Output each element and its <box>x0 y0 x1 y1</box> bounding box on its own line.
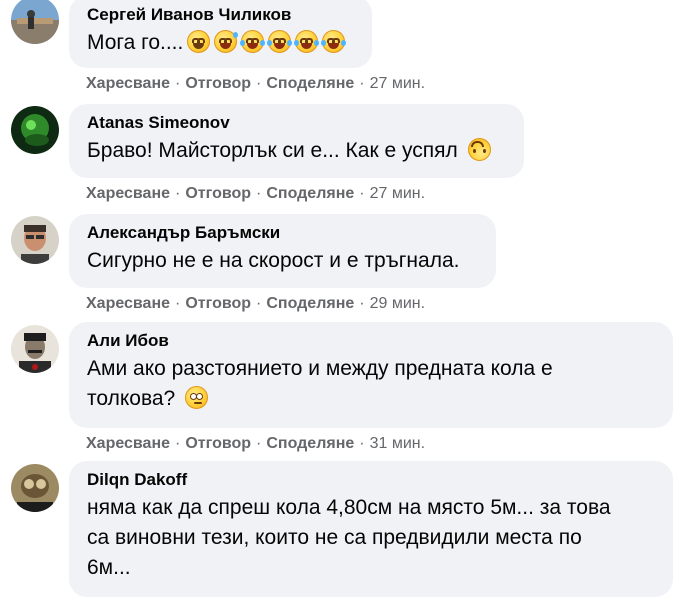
timestamp[interactable]: 31 мин. <box>370 435 425 452</box>
like-link[interactable]: Харесване <box>86 435 170 452</box>
separator: · <box>175 295 181 312</box>
comment-text: Мога го.... <box>87 28 356 58</box>
avatar[interactable] <box>11 216 59 264</box>
separator: · <box>175 435 181 452</box>
separator: · <box>256 295 262 312</box>
timestamp[interactable]: 29 мин. <box>370 295 425 312</box>
comment-text-body: Браво! Майсторлък си е... Как е успял <box>87 139 458 162</box>
timestamp[interactable]: 27 мин. <box>370 75 425 92</box>
comment-bubble: Александър Баръмски Сигурно не е на скор… <box>69 214 496 288</box>
separator: · <box>256 75 262 92</box>
comment-bubble: Dilqn Dakoff няма как да спреш кола 4,80… <box>69 461 673 597</box>
avatar[interactable] <box>11 106 59 154</box>
comment-text: Ами ако разстоянието и между предната ко… <box>87 354 657 414</box>
comment-actions: Харесване · Отговор · Споделяне · 29 мин. <box>86 294 425 314</box>
sweat-smile-emoji-icon <box>214 30 239 53</box>
separator: · <box>175 185 181 202</box>
rolling-eyes-emoji-icon <box>185 386 209 409</box>
joy-emoji-icon <box>294 30 320 53</box>
joy-emoji-icon <box>240 30 266 53</box>
separator: · <box>256 435 262 452</box>
comment-author[interactable]: Dilqn Dakoff <box>87 469 657 491</box>
comment-actions: Харесване · Отговор · Споделяне · 27 мин. <box>86 184 425 204</box>
separator: · <box>359 435 365 452</box>
smile-emoji-icon <box>187 30 211 53</box>
reply-link[interactable]: Отговор <box>185 75 251 92</box>
upside-down-face-emoji-icon <box>467 138 491 161</box>
comment-text-line: Ами ако разстоянието и между предната ко… <box>87 357 553 380</box>
joy-emoji-icon <box>321 30 347 53</box>
comment-text-line: няма как да спреш кола 4,80см на място 5… <box>87 496 611 519</box>
joy-emoji-icon <box>267 30 293 53</box>
timestamp[interactable]: 27 мин. <box>370 185 425 202</box>
comment-text: Браво! Майсторлък си е... Как е успял <box>87 136 508 166</box>
avatar[interactable] <box>11 464 59 512</box>
avatar[interactable] <box>11 0 59 44</box>
comment-text-line: 6м... <box>87 556 131 579</box>
share-link[interactable]: Споделяне <box>266 185 354 202</box>
reply-link[interactable]: Отговор <box>185 435 251 452</box>
reply-link[interactable]: Отговор <box>185 295 251 312</box>
separator: · <box>175 75 181 92</box>
comment-text: няма как да спреш кола 4,80см на място 5… <box>87 493 657 583</box>
comment-text-body: Мога го.... <box>87 31 184 54</box>
comment-author[interactable]: Atanas Simeonov <box>87 112 508 134</box>
comment-actions: Харесване · Отговор · Споделяне · 27 мин. <box>86 74 425 94</box>
avatar[interactable] <box>11 325 59 373</box>
comment-bubble: Али Ибов Ами ако разстоянието и между пр… <box>69 322 673 428</box>
separator: · <box>359 75 365 92</box>
like-link[interactable]: Харесване <box>86 295 170 312</box>
comment-actions: Харесване · Отговор · Споделяне · 31 мин. <box>86 434 425 454</box>
like-link[interactable]: Харесване <box>86 185 170 202</box>
share-link[interactable]: Споделяне <box>266 295 354 312</box>
comment-author[interactable]: Али Ибов <box>87 330 657 352</box>
comment-text-line: толкова? <box>87 387 176 410</box>
like-link[interactable]: Харесване <box>86 75 170 92</box>
separator: · <box>359 295 365 312</box>
comment-author[interactable]: Александър Баръмски <box>87 222 480 244</box>
share-link[interactable]: Споделяне <box>266 435 354 452</box>
comment-text: Сигурно не е на скорост и е тръгнала. <box>87 249 460 272</box>
comment-author[interactable]: Сергей Иванов Чиликов <box>87 4 356 26</box>
comment-bubble: Сергей Иванов Чиликов Мога го.... <box>69 0 372 68</box>
comment-text-line: са виновни тези, които не са предвидили … <box>87 526 582 549</box>
share-link[interactable]: Споделяне <box>266 75 354 92</box>
comment-bubble: Atanas Simeonov Браво! Майсторлък си е..… <box>69 104 524 178</box>
separator: · <box>256 185 262 202</box>
reply-link[interactable]: Отговор <box>185 185 251 202</box>
separator: · <box>359 185 365 202</box>
